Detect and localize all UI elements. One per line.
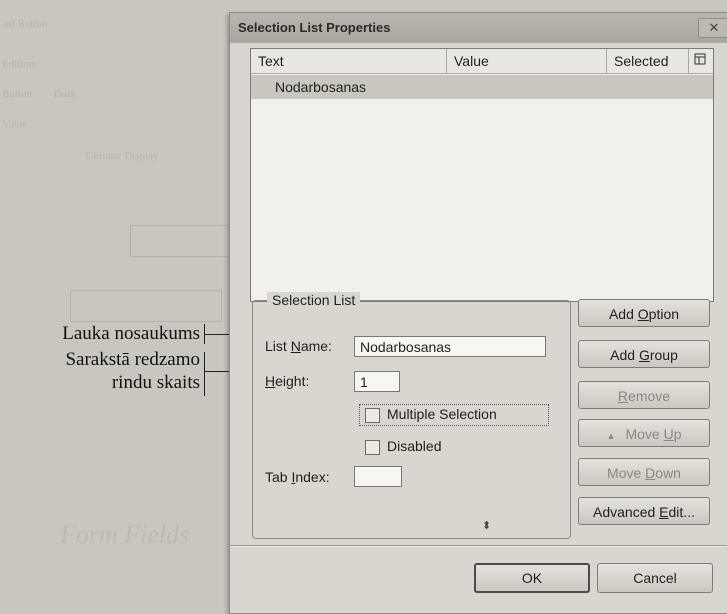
column-picker-icon[interactable] — [689, 49, 713, 73]
close-icon: ✕ — [708, 20, 720, 35]
list-item-text: Nodarbosanas — [275, 79, 367, 95]
annotation-height-line1: Sarakstā redzamo — [65, 349, 200, 370]
list-item[interactable]: Nodarbosanas — [251, 75, 713, 99]
background-box — [70, 290, 222, 322]
tab-index-label: Tab Index: — [265, 469, 330, 485]
options-list[interactable]: Text Value Selected Nodarbosanas — [250, 48, 714, 302]
background-text: Form Fields — [60, 520, 190, 549]
footer-separator — [230, 545, 727, 547]
group-legend: Selection List — [267, 292, 361, 308]
column-header-value[interactable]: Value — [447, 49, 607, 73]
disabled-checkbox[interactable] — [365, 440, 380, 455]
title-bar: Selection List Properties ✕ — [230, 13, 727, 43]
add-group-button[interactable]: Add Group — [578, 340, 710, 368]
annotation-list-name: Lauka nosaukums — [62, 323, 200, 344]
background-text: Edition — [2, 58, 35, 70]
selection-list-group: Selection List List Name: Nodarbosanas H… — [252, 292, 571, 539]
disabled-label[interactable]: Disabled — [387, 438, 441, 454]
column-header-selected[interactable]: Selected — [607, 49, 689, 73]
cursor-icon: ⬍ — [482, 520, 492, 532]
list-name-input[interactable]: Nodarbosanas — [354, 336, 546, 357]
advanced-edit-button[interactable]: Advanced Edit... — [578, 497, 710, 525]
height-input[interactable]: 1 — [354, 371, 400, 392]
selection-list-properties-dialog: Selection List Properties ✕ Text Value S… — [229, 12, 727, 614]
height-label: Height: — [265, 373, 310, 389]
background-text: Button Dark — [2, 88, 76, 100]
close-button[interactable]: ✕ — [698, 18, 727, 38]
background-text: aal Button — [2, 18, 48, 30]
list-header: Text Value Selected — [251, 49, 713, 74]
list-name-label: List Name: — [265, 338, 332, 354]
ok-button[interactable]: OK — [474, 563, 590, 593]
remove-button[interactable]: Remove — [578, 381, 710, 409]
annotation-leader-line — [204, 352, 205, 396]
column-header-text[interactable]: Text — [251, 49, 447, 73]
add-option-button[interactable]: Add Option — [578, 299, 710, 327]
multiple-selection-checkbox[interactable] — [365, 408, 380, 423]
tab-index-input[interactable] — [354, 466, 402, 487]
background-text: Chrome Display — [86, 150, 159, 162]
dialog-title: Selection List Properties — [238, 20, 391, 35]
cancel-button[interactable]: Cancel — [597, 563, 713, 593]
annotation-height-line2: rindu skaits — [111, 372, 200, 393]
move-down-button[interactable]: Move Down — [578, 458, 710, 486]
move-up-button[interactable]: ▲ Move Up — [578, 419, 710, 447]
arrow-up-icon: ▲ — [606, 431, 616, 441]
multiple-selection-label[interactable]: Multiple Selection — [387, 406, 497, 422]
background-text: Value — [2, 118, 28, 130]
